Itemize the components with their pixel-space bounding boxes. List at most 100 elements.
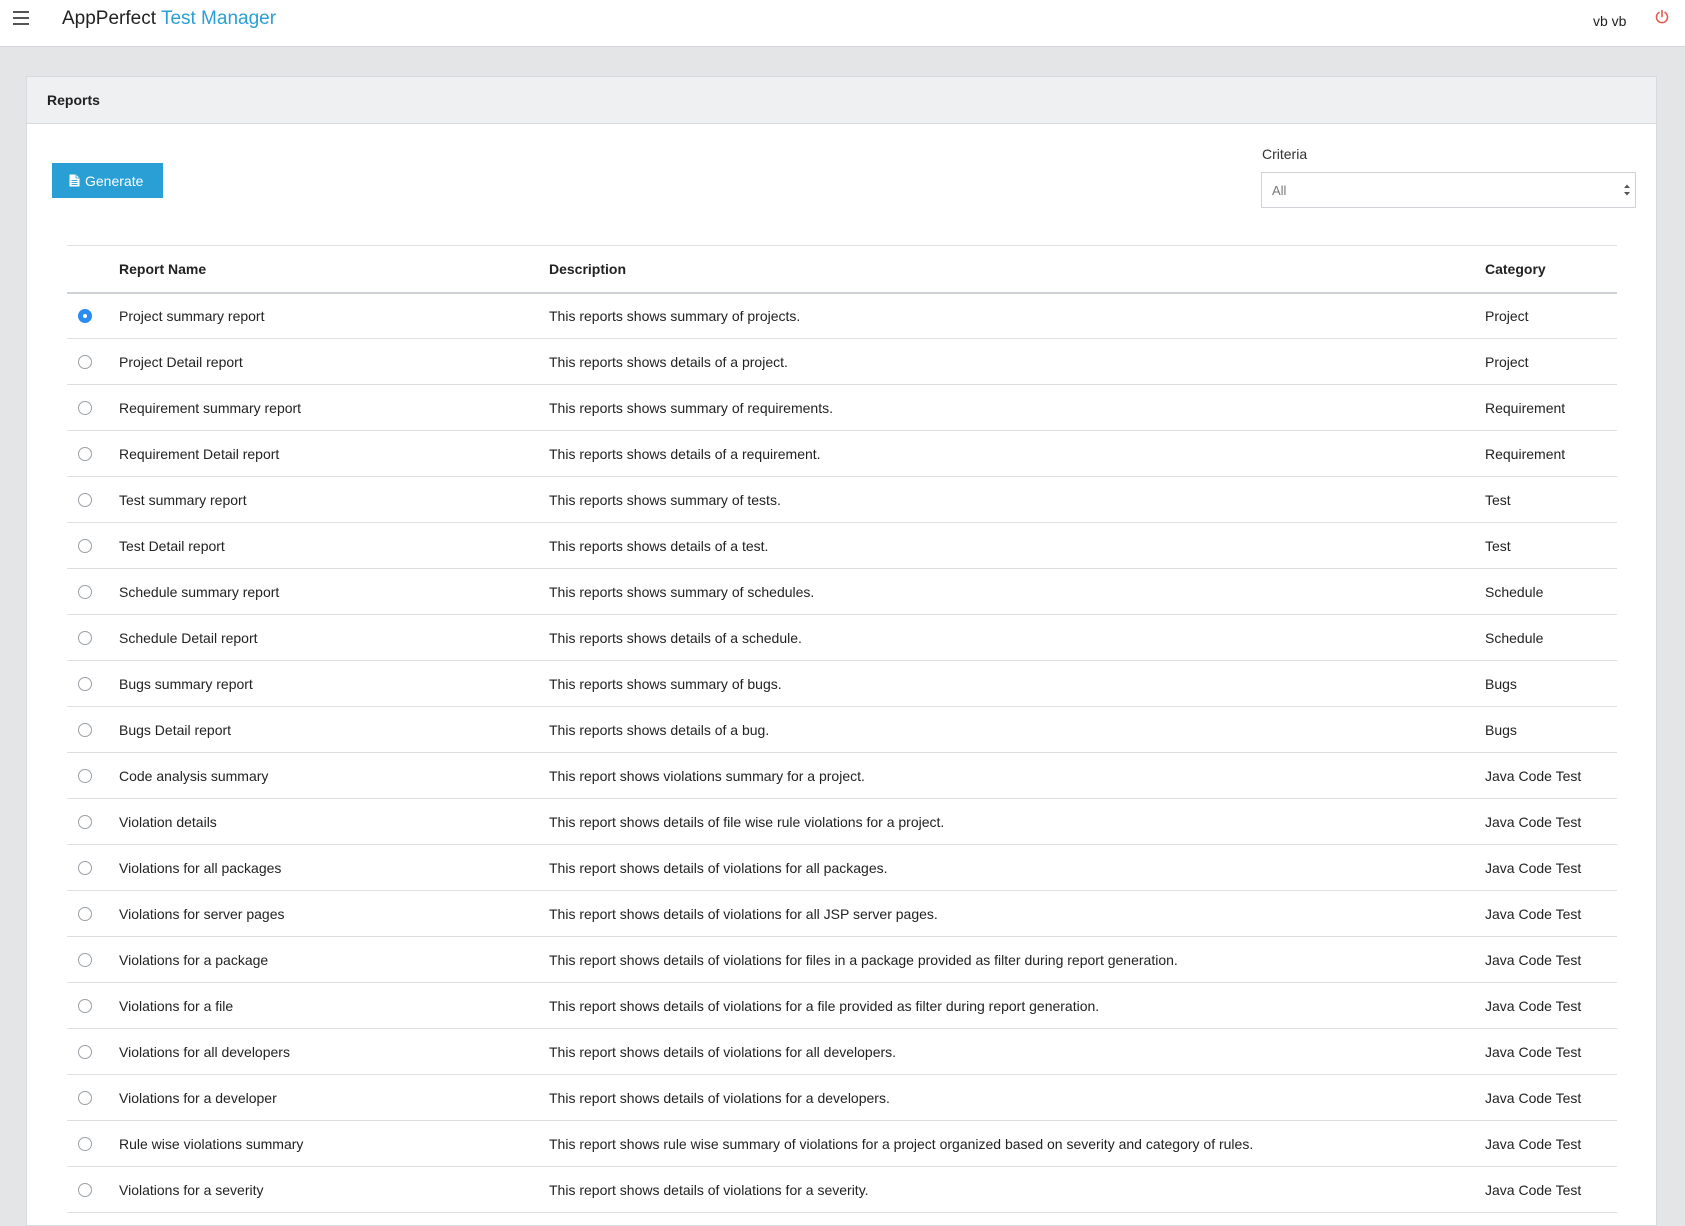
- table-row[interactable]: Violations for a severity This report sho…: [67, 1166, 1617, 1213]
- report-name: Project summary report: [119, 292, 549, 339]
- report-radio[interactable]: [78, 492, 92, 507]
- report-description: This reports shows summary of projects.: [549, 292, 1485, 339]
- report-category: Bugs: [1485, 660, 1617, 707]
- table-row[interactable]: Schedule summary report This reports show…: [67, 568, 1617, 615]
- row-select-cell: [67, 476, 119, 523]
- report-category: Schedule: [1485, 568, 1617, 615]
- report-name: Violations for all developers: [119, 1028, 549, 1075]
- table-row[interactable]: Test Detail report This reports shows det…: [67, 522, 1617, 569]
- row-select-cell: [67, 430, 119, 477]
- row-select-cell: [67, 1120, 119, 1167]
- report-radio[interactable]: [78, 768, 92, 783]
- report-category: Java Code Test: [1485, 936, 1617, 983]
- report-name: Violation details: [119, 798, 549, 845]
- table-row[interactable]: Schedule Detail report This reports shows…: [67, 614, 1617, 661]
- table-row[interactable]: Code analysis summary This report shows v…: [67, 752, 1617, 799]
- power-icon[interactable]: [1654, 9, 1670, 25]
- report-name: Project Detail report: [119, 338, 549, 385]
- report-name: Code analysis summary: [119, 752, 549, 799]
- report-radio[interactable]: [78, 814, 92, 829]
- report-name: Schedule summary report: [119, 568, 549, 615]
- report-radio[interactable]: [78, 630, 92, 645]
- table-row[interactable]: Bugs summary report This reports shows su…: [67, 660, 1617, 707]
- report-name: Requirement Detail report: [119, 430, 549, 477]
- report-category: Java Code Test: [1485, 982, 1617, 1029]
- report-radio[interactable]: [78, 354, 92, 369]
- report-radio[interactable]: [78, 952, 92, 967]
- report-category: Project: [1485, 338, 1617, 385]
- report-description: This reports shows details of a bug.: [549, 706, 1485, 753]
- report-description: This report shows details of violations …: [549, 844, 1485, 891]
- table-row[interactable]: Violations for a package This report show…: [67, 936, 1617, 983]
- user-menu[interactable]: vb vb: [1593, 13, 1626, 29]
- brand-accent: Test Manager: [160, 8, 277, 29]
- criteria-value: All: [1272, 183, 1287, 198]
- row-select-cell: [67, 798, 119, 845]
- report-radio[interactable]: [78, 906, 92, 921]
- table-row[interactable]: Violations for all packages This report s…: [67, 844, 1617, 891]
- table-row[interactable]: Violations for a developer This report sh…: [67, 1074, 1617, 1121]
- app-brand: AppPerfect Test Manager: [62, 8, 276, 30]
- report-description: This reports shows details of a requirem…: [549, 430, 1485, 477]
- reports-panel: Reports Generate Criteria All Report Nam…: [26, 76, 1657, 1226]
- report-name: Rule wise violations summary: [119, 1120, 549, 1167]
- table-row[interactable]: Requirement Detail report This reports sh…: [67, 430, 1617, 477]
- report-description: This report shows details of violations …: [549, 890, 1485, 937]
- header-category[interactable]: Category: [1485, 245, 1617, 294]
- report-radio[interactable]: [78, 538, 92, 553]
- report-category: Test: [1485, 476, 1617, 523]
- row-select-cell: [67, 890, 119, 937]
- table-row[interactable]: Violations for a file This report shows d…: [67, 982, 1617, 1029]
- header-description[interactable]: Description: [549, 245, 1485, 294]
- table-header-row: Report Name Description Category: [67, 245, 1617, 294]
- report-category: Java Code Test: [1485, 752, 1617, 799]
- report-radio[interactable]: [78, 676, 92, 691]
- table-row[interactable]: Project summary report This reports shows…: [67, 292, 1617, 339]
- report-description: This reports shows summary of requiremen…: [549, 384, 1485, 431]
- table-row[interactable]: Bugs Detail report This reports shows det…: [67, 706, 1617, 753]
- table-row[interactable]: Project Detail report This reports shows …: [67, 338, 1617, 385]
- report-radio[interactable]: [78, 400, 92, 415]
- report-radio[interactable]: [78, 998, 92, 1013]
- report-name: Bugs summary report: [119, 660, 549, 707]
- table-row[interactable]: Test summary report This reports shows su…: [67, 476, 1617, 523]
- report-radio[interactable]: [78, 1182, 92, 1197]
- table-row[interactable]: Violations for all developers This report…: [67, 1028, 1617, 1075]
- report-radio[interactable]: [78, 722, 92, 737]
- header-report-name[interactable]: Report Name: [119, 245, 549, 294]
- report-radio[interactable]: [78, 1044, 92, 1059]
- row-select-cell: [67, 384, 119, 431]
- report-radio[interactable]: [78, 584, 92, 599]
- criteria-label: Criteria: [1262, 146, 1308, 162]
- report-radio[interactable]: [78, 860, 92, 875]
- report-category: Java Code Test: [1485, 1074, 1617, 1121]
- row-select-cell: [67, 936, 119, 983]
- report-radio[interactable]: [78, 308, 92, 323]
- report-category: Java Code Test: [1485, 1120, 1617, 1167]
- table-body: Project summary report This reports shows…: [67, 292, 1617, 1213]
- generate-label: Generate: [85, 172, 144, 189]
- row-select-cell: [67, 1074, 119, 1121]
- report-description: This reports shows details of a project.: [549, 338, 1485, 385]
- report-radio[interactable]: [78, 1090, 92, 1105]
- report-name: Test Detail report: [119, 522, 549, 569]
- report-name: Violations for server pages: [119, 890, 549, 937]
- report-name: Bugs Detail report: [119, 706, 549, 753]
- hamburger-menu-icon[interactable]: [13, 11, 29, 25]
- report-category: Schedule: [1485, 614, 1617, 661]
- report-category: Requirement: [1485, 384, 1617, 431]
- table-row[interactable]: Requirement summary report This reports s…: [67, 384, 1617, 431]
- report-radio[interactable]: [78, 446, 92, 461]
- criteria-select[interactable]: All: [1261, 172, 1636, 208]
- report-name: Schedule Detail report: [119, 614, 549, 661]
- table-row[interactable]: Rule wise violations summary This report …: [67, 1120, 1617, 1167]
- generate-button[interactable]: Generate: [52, 163, 163, 198]
- table-row[interactable]: Violations for server pages This report s…: [67, 890, 1617, 937]
- report-name: Test summary report: [119, 476, 549, 523]
- report-radio[interactable]: [78, 1136, 92, 1151]
- table-row[interactable]: Violation details This report shows detai…: [67, 798, 1617, 845]
- report-category: Java Code Test: [1485, 844, 1617, 891]
- report-description: This reports shows details of a schedule…: [549, 614, 1485, 661]
- report-description: This reports shows details of a test.: [549, 522, 1485, 569]
- brand-main: AppPerfect: [62, 8, 156, 29]
